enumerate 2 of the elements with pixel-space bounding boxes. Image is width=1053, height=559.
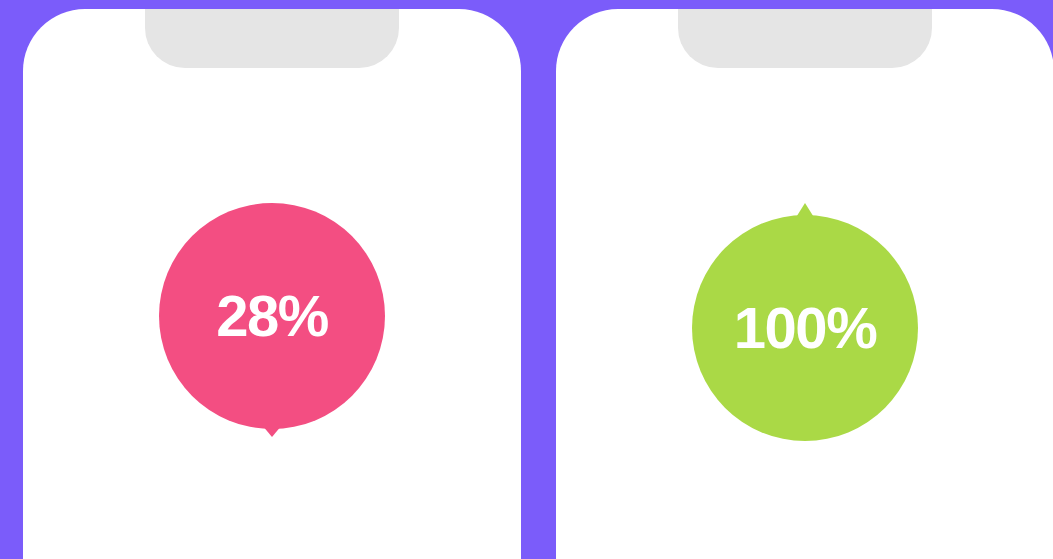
percentage-text: 28%	[216, 282, 328, 350]
percentage-text: 100%	[733, 294, 877, 362]
